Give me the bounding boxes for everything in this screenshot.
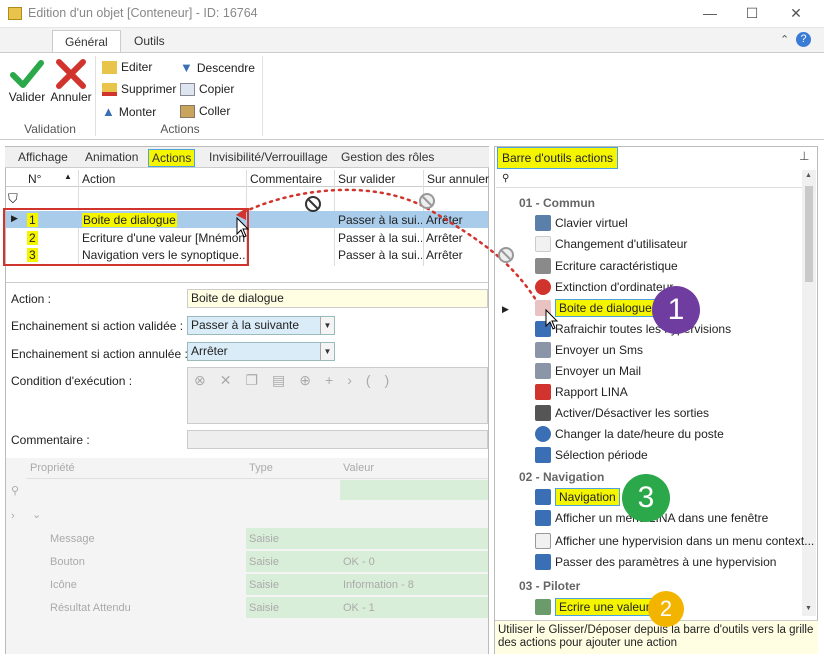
cursor-icon [236,216,250,238]
drag-annotation [236,188,559,330]
no-drop-icon [419,193,435,209]
cursor-icon [545,308,559,330]
no-drop-icon [305,196,321,212]
no-drop-icon [498,247,514,263]
